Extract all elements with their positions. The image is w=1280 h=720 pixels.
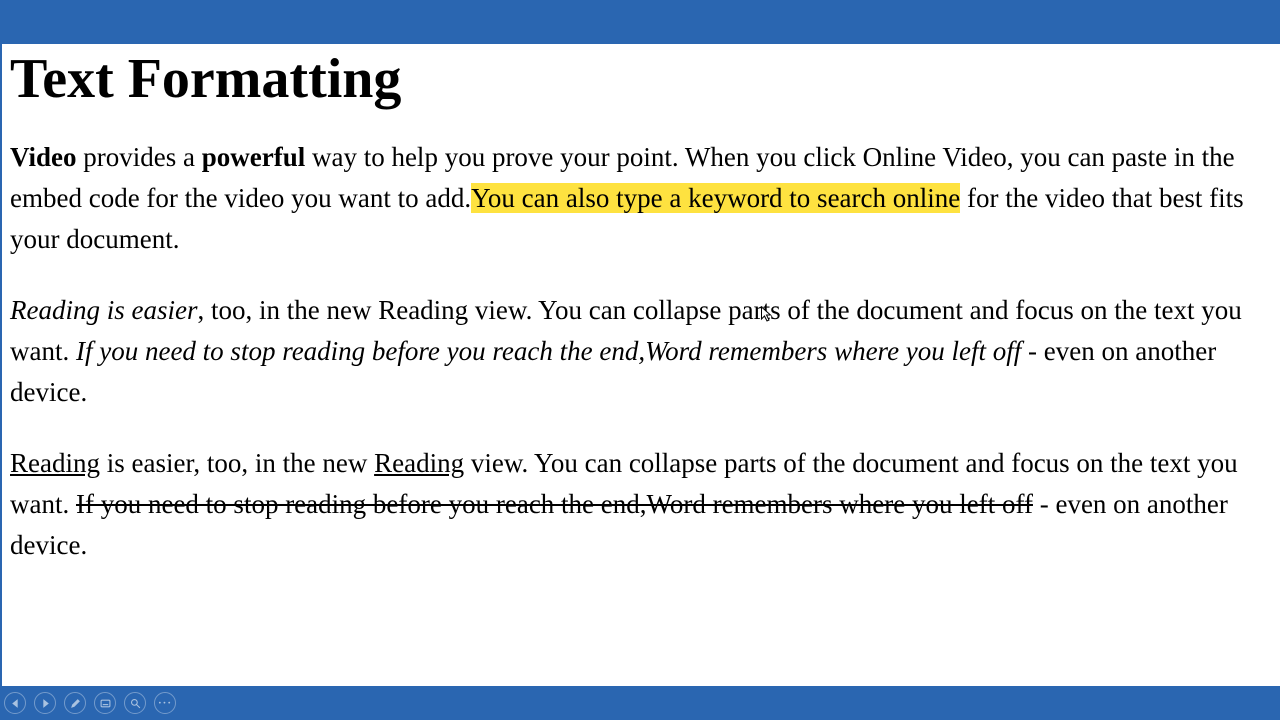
presenter-toolbar: ···	[4, 690, 176, 716]
pen-icon	[70, 698, 81, 709]
zoom-button[interactable]	[124, 692, 146, 714]
underline-text: Reading	[374, 448, 464, 478]
pen-tool-button[interactable]	[64, 692, 86, 714]
magnifier-icon	[130, 698, 141, 709]
bold-text: powerful	[202, 142, 306, 172]
page-title: Text Formatting	[10, 50, 1272, 109]
prev-slide-button[interactable]	[4, 692, 26, 714]
ellipsis-icon: ···	[158, 697, 172, 709]
body-text: provides a	[77, 142, 202, 172]
body-text: is easier, too, in the new	[100, 448, 374, 478]
paragraph-1: Video provides a powerful way to help yo…	[10, 137, 1272, 260]
subtitles-icon	[100, 698, 111, 709]
paragraph-3: Reading is easier, too, in the new Readi…	[10, 443, 1272, 566]
italic-text: If you need to stop reading before you r…	[76, 336, 1021, 366]
next-slide-button[interactable]	[34, 692, 56, 714]
bold-text: Video	[10, 142, 77, 172]
subtitles-button[interactable]	[94, 692, 116, 714]
strikethrough-text: If you need to stop reading before you r…	[76, 489, 1033, 519]
paragraph-2: Reading is easier, too, in the new Readi…	[10, 290, 1272, 413]
more-options-button[interactable]: ···	[154, 692, 176, 714]
italic-text: Reading is easier	[10, 295, 197, 325]
document-page: Text Formatting Video provides a powerfu…	[2, 44, 1280, 686]
highlighted-text: You can also type a keyword to search on…	[471, 183, 960, 213]
triangle-left-icon	[10, 698, 21, 709]
triangle-right-icon	[40, 698, 51, 709]
underline-text: Reading	[10, 448, 100, 478]
